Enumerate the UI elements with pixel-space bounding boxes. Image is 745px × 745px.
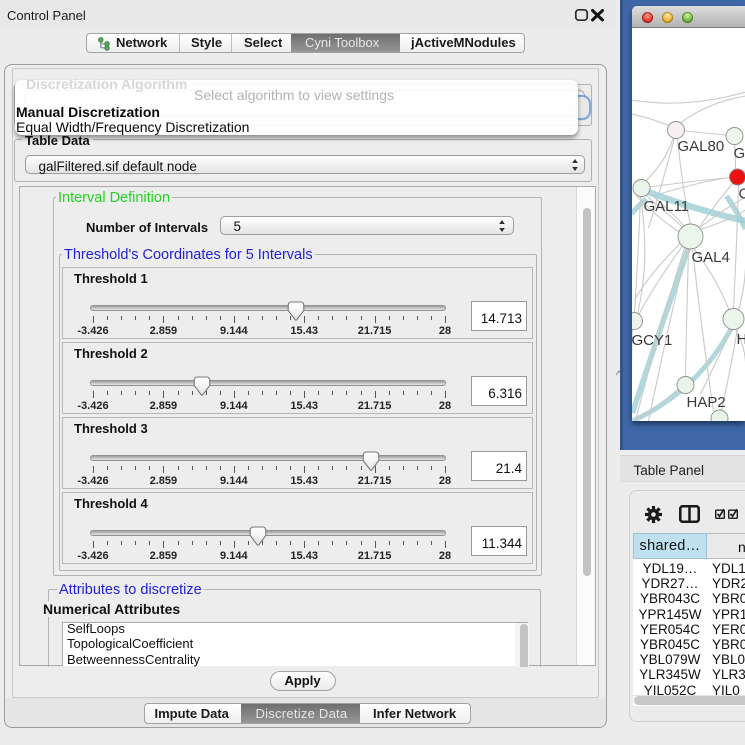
svg-text:C: C <box>738 186 745 203</box>
svg-text:HAP2: HAP2 <box>686 394 725 411</box>
svg-text:GAL11: GAL11 <box>643 198 689 215</box>
svg-text:GA: GA <box>733 145 745 162</box>
svg-text:GCY1: GCY1 <box>632 332 672 349</box>
svg-text:H: H <box>736 331 745 348</box>
svg-text:GAL80: GAL80 <box>677 138 724 155</box>
svg-text:GAL4: GAL4 <box>691 249 729 266</box>
